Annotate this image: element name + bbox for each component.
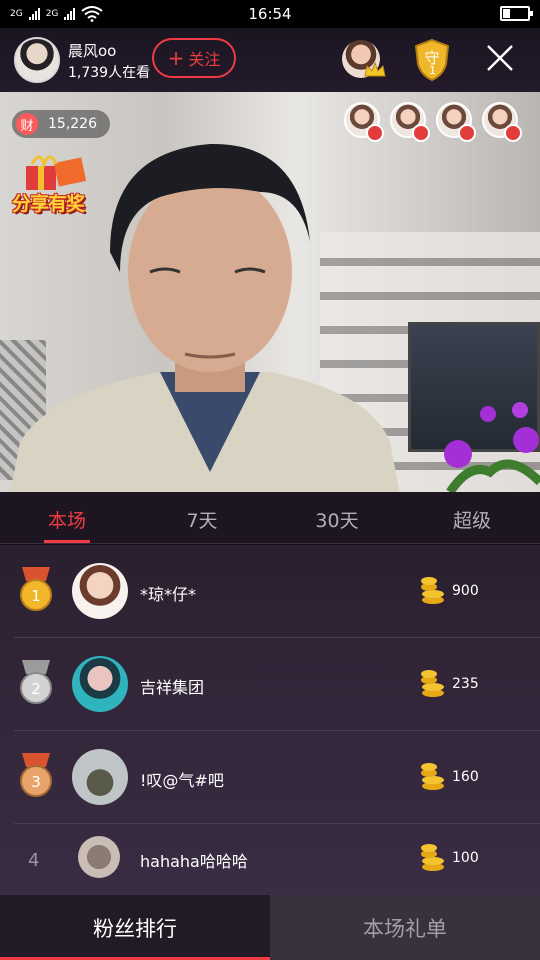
viewer-count: 1,739人在看 <box>68 65 151 81</box>
ranking-row[interactable]: 1 *琼*仔* 900 <box>14 545 540 638</box>
coin-stack-icon <box>421 763 444 790</box>
fan-avatar[interactable] <box>72 656 128 712</box>
active-tab-indicator <box>44 540 90 543</box>
clock: 16:54 <box>248 5 292 23</box>
share-reward-banner[interactable]: 分享有奖 <box>10 150 100 218</box>
heart-badge-icon <box>504 124 522 142</box>
tab-fan-ranking[interactable]: 粉丝排行 <box>0 895 270 960</box>
wealth-icon: 财 <box>16 113 38 135</box>
live-header: 晨风oo 1,739人在看 + 关注 守 1 <box>0 28 540 92</box>
audience-avatar[interactable] <box>482 102 522 142</box>
audience-avatar[interactable] <box>344 102 384 142</box>
gold-medal-icon: 1 <box>20 567 52 611</box>
guard-badge[interactable]: 守 1 <box>412 38 452 82</box>
guard-count: 1 <box>429 64 436 77</box>
svg-text:1: 1 <box>31 587 41 605</box>
gift-amount: 160 <box>452 769 479 785</box>
share-reward-text: 分享有奖 <box>12 193 85 215</box>
tab-this-session[interactable]: 本场 <box>17 506 117 533</box>
fan-name: hahaha哈哈哈 <box>140 852 248 871</box>
wealth-value: 15,226 <box>48 116 97 132</box>
fan-avatar[interactable] <box>72 563 128 619</box>
battery-icon <box>500 6 533 21</box>
audience-avatar[interactable] <box>390 102 430 142</box>
tab-7-days[interactable]: 7天 <box>152 506 252 533</box>
audience-avatars <box>344 102 522 142</box>
svg-text:3: 3 <box>31 773 41 791</box>
tab-session-gift-list[interactable]: 本场礼单 <box>270 895 540 960</box>
heart-badge-icon <box>366 124 384 142</box>
fan-name: !叹@气#吧 <box>140 771 224 790</box>
fan-avatar[interactable] <box>72 749 128 805</box>
coin-stack-icon <box>421 577 444 604</box>
battery-level <box>503 9 510 18</box>
flowers <box>444 402 540 492</box>
plus-icon: + <box>167 46 185 70</box>
svg-text:2: 2 <box>31 680 41 698</box>
gift-amount: 100 <box>452 850 479 866</box>
bronze-medal-icon: 3 <box>20 753 52 797</box>
heart-badge-icon <box>458 124 476 142</box>
ranking-row[interactable]: 4 hahaha哈哈哈 100 <box>14 824 540 895</box>
tab-30-days[interactable]: 30天 <box>287 506 387 533</box>
status-bar: 2G 2G 16:54 <box>0 0 540 28</box>
fan-ranking-list: 1 *琼*仔* 900 2 吉祥集团 235 3 !叹@气#吧 160 4 ha… <box>0 545 540 895</box>
follow-label: 关注 <box>188 50 221 69</box>
tab-super[interactable]: 超级 <box>422 506 522 533</box>
coin-stack-icon <box>421 844 444 871</box>
crown-icon <box>364 62 386 77</box>
heart-badge-icon <box>412 124 430 142</box>
fan-name: *琼*仔* <box>140 585 197 604</box>
follow-button[interactable]: + 关注 <box>152 38 236 78</box>
fan-avatar[interactable] <box>78 836 120 878</box>
host-avatar[interactable] <box>14 37 60 83</box>
gift-box-icon <box>26 155 87 190</box>
close-icon[interactable] <box>484 42 516 74</box>
fan-name: 吉祥集团 <box>140 678 205 697</box>
silver-medal-icon: 2 <box>20 660 52 704</box>
ranking-period-tabs: 本场 7天 30天 超级 <box>0 492 540 544</box>
bottom-tab-bar: 粉丝排行 本场礼单 <box>0 895 540 960</box>
audience-avatar[interactable] <box>436 102 476 142</box>
coin-stack-icon <box>421 670 444 697</box>
ranking-row[interactable]: 3 !叹@气#吧 160 <box>14 731 540 824</box>
live-video[interactable]: 财 15,226 分享有奖 <box>0 92 540 492</box>
host-name[interactable]: 晨风oo <box>68 40 116 61</box>
rank-number: 4 <box>28 850 40 871</box>
gift-amount: 235 <box>452 676 479 692</box>
ranking-row[interactable]: 2 吉祥集团 235 <box>14 638 540 731</box>
wealth-counter[interactable]: 财 15,226 <box>12 110 110 138</box>
gift-amount: 900 <box>452 583 479 599</box>
